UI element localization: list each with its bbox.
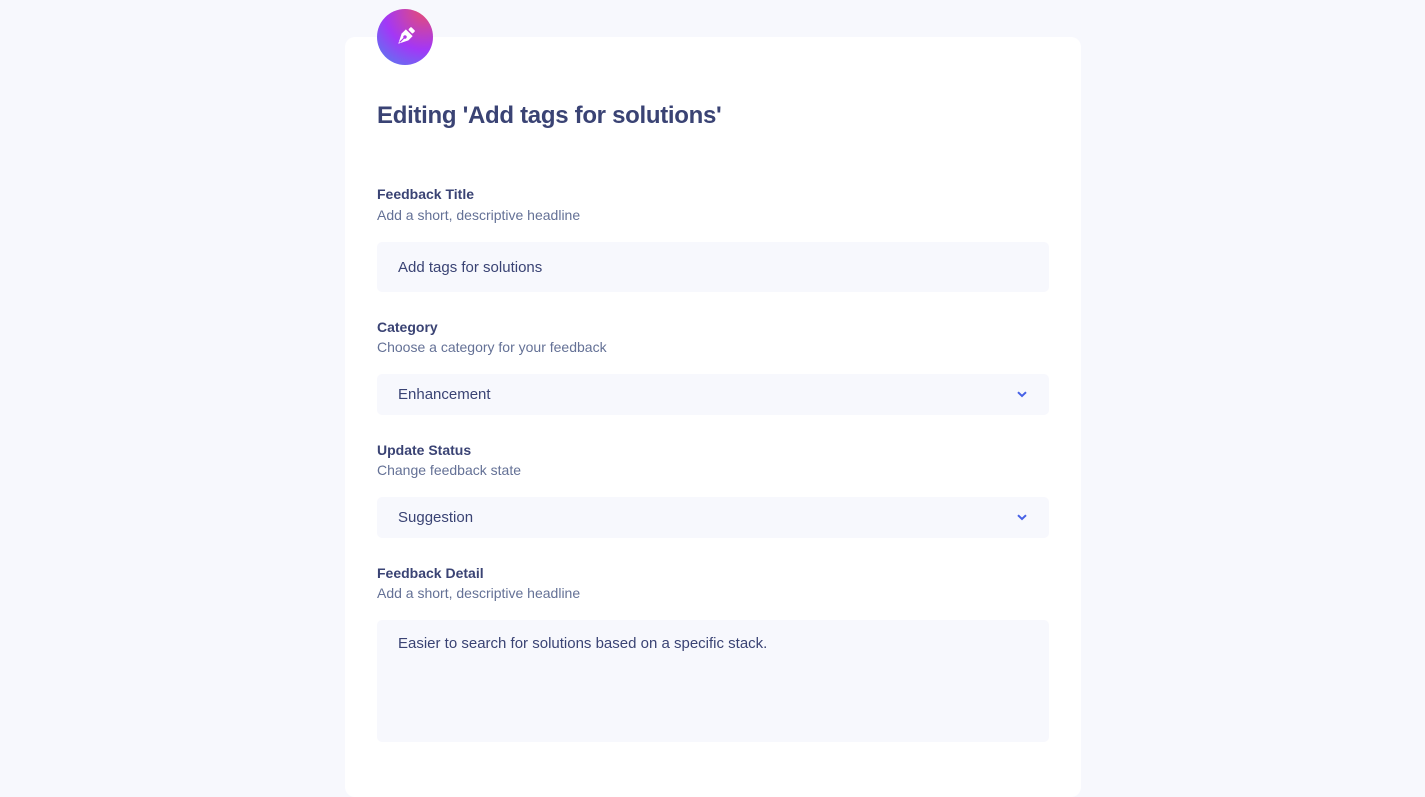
update-status-hint: Change feedback state <box>377 462 521 478</box>
feedback-title-value: Add tags for solutions <box>398 258 543 276</box>
category-label: Category <box>377 319 438 335</box>
chevron-down-icon <box>1017 391 1027 398</box>
status-select[interactable]: Suggestion <box>377 497 1049 538</box>
update-status-label: Update Status <box>377 442 472 458</box>
chevron-down-icon <box>1017 514 1027 521</box>
feedback-title-hint: Add a short, descriptive headline <box>377 207 581 223</box>
pen-nib-icon <box>392 24 418 50</box>
category-select[interactable]: Enhancement <box>377 374 1049 415</box>
feedback-detail-hint: Add a short, descriptive headline <box>377 585 581 601</box>
status-selected-value: Suggestion <box>398 509 474 526</box>
edit-badge <box>377 9 433 65</box>
feedback-detail-textarea[interactable]: Easier to search for solutions based on … <box>377 620 1049 742</box>
category-selected-value: Enhancement <box>398 386 491 403</box>
feedback-title-label: Feedback Title <box>377 186 475 202</box>
feedback-title-input[interactable]: Add tags for solutions <box>377 242 1049 292</box>
page-title: Editing 'Add tags for solutions' <box>377 102 722 129</box>
category-hint: Choose a category for your feedback <box>377 339 607 355</box>
feedback-detail-label: Feedback Detail <box>377 565 484 581</box>
feedback-detail-value: Easier to search for solutions based on … <box>398 635 768 652</box>
